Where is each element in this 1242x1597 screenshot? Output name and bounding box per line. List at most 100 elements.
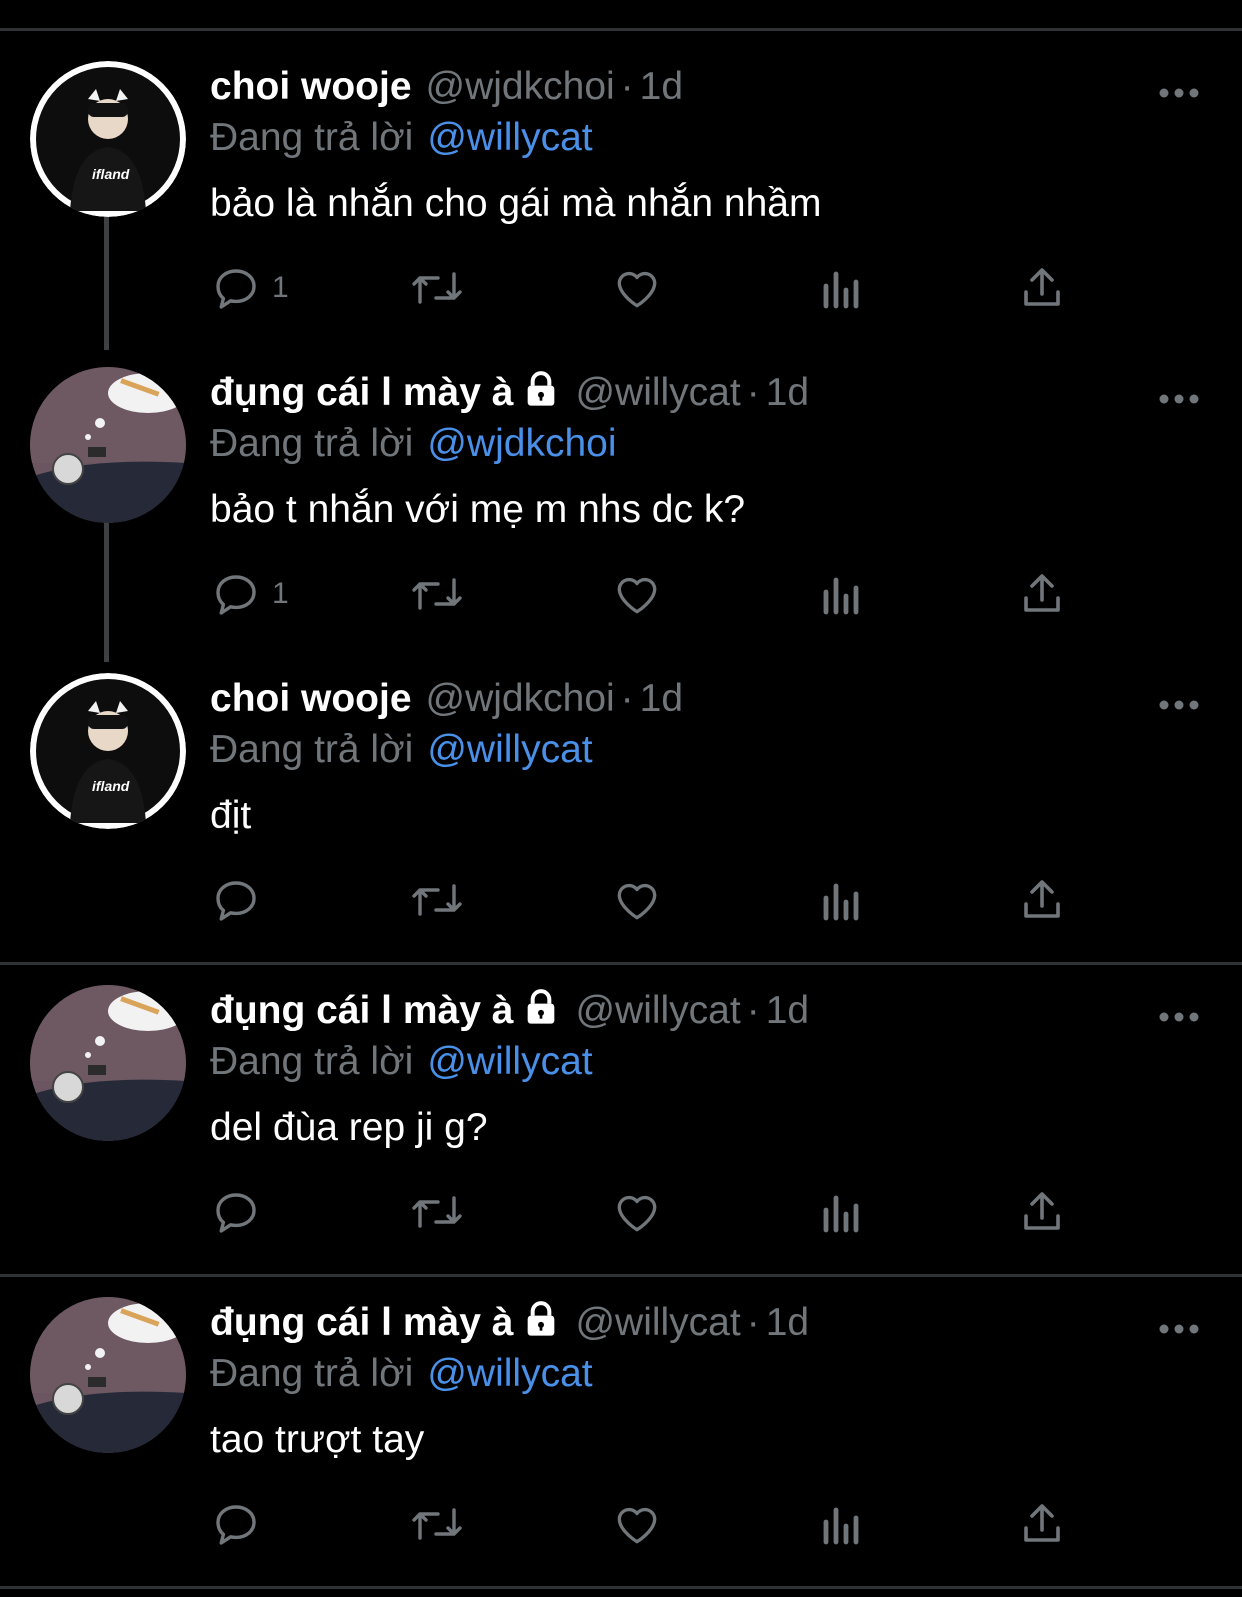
lock-icon [521,369,561,423]
separator-dot: · [746,1301,760,1344]
avatar[interactable] [30,1297,186,1453]
analytics-icon [823,1195,859,1233]
replying-to-handle[interactable]: @willycat [427,728,592,771]
replying-to-handle[interactable]: @willycat [427,116,592,159]
more-options-icon[interactable] [1158,1010,1200,1024]
user-handle[interactable]: @wjdkchoi [426,65,615,108]
tweet-text: bảo t nhắn với mẹ m nhs dc k? [210,488,746,531]
views-button[interactable] [820,1498,864,1550]
reply-count: 1 [272,577,289,610]
share-button[interactable] [1018,1498,1066,1550]
display-name[interactable]: choi wooje [210,677,412,720]
share-button[interactable] [1018,262,1066,314]
reply-icon [216,881,256,921]
tweet-text: del đùa rep ji g? [210,1106,488,1149]
retweet-icon [412,884,462,916]
avatar[interactable]: ifland [30,673,186,829]
timestamp[interactable]: 1d [766,1301,809,1344]
retweet-button[interactable] [410,568,464,620]
like-button[interactable] [612,262,662,314]
replying-to: Đang trả lời @willycat [210,113,593,163]
reply-button[interactable] [212,874,272,926]
share-button[interactable] [1018,874,1066,926]
tweet-text: bảo là nhắn cho gái mà nhắn nhầm [210,182,822,225]
tweet[interactable]: đụng cái l mày à @willycat · 1d Đang trả lờ… [0,334,1242,662]
tweet[interactable]: đụng cái l mày à @willycat · 1d Đang trả lờ… [0,952,1242,1274]
replying-to: Đang trả lời @willycat [210,1349,593,1399]
replying-to: Đang trả lời @willycat [210,725,593,775]
replying-to-handle[interactable]: @willycat [427,1040,592,1083]
share-button[interactable] [1018,1186,1066,1238]
replying-to-label: Đang trả lời [210,422,414,465]
avatar[interactable]: ifland [30,61,186,217]
like-button[interactable] [612,1186,662,1238]
analytics-icon [823,271,859,309]
tweet-header: đụng cái l mày à @willycat · 1d [210,367,809,423]
analytics-icon [823,1507,859,1545]
user-handle[interactable]: @wjdkchoi [426,677,615,720]
tweet-header: choi wooje @wjdkchoi · 1d [210,673,683,725]
views-button[interactable] [820,1186,864,1238]
tweet-actions [0,1186,1242,1246]
display-name[interactable]: choi wooje [210,65,412,108]
analytics-icon [823,577,859,615]
timestamp[interactable]: 1d [766,371,809,414]
reply-icon [216,1505,256,1545]
reply-button[interactable]: 1 [212,568,289,620]
user-handle[interactable]: @willycat [575,989,740,1032]
tweet-header: choi wooje @wjdkchoi · 1d [210,61,683,113]
views-button[interactable] [820,262,864,314]
tweet-actions [0,1498,1242,1558]
more-options-icon[interactable] [1158,392,1200,406]
views-button[interactable] [820,874,864,926]
replying-to-label: Đang trả lời [210,116,414,159]
tweet-text: địt [210,794,252,837]
replying-to: Đang trả lời @willycat [210,1037,593,1087]
replying-to-label: Đang trả lời [210,1352,414,1395]
more-options-icon[interactable] [1158,1322,1200,1336]
replying-to: Đang trả lời @wjdkchoi [210,419,616,469]
replying-to-label: Đang trả lời [210,1040,414,1083]
heart-icon [617,1195,657,1232]
heart-icon [617,271,657,308]
user-handle[interactable]: @willycat [575,371,740,414]
display-name[interactable]: đụng cái l mày à [210,989,513,1032]
tweet[interactable]: đụng cái l mày à @willycat · 1d Đang trả lờ… [0,1264,1242,1586]
reply-button[interactable]: 1 [212,262,289,314]
retweet-button[interactable] [410,874,464,926]
replying-to-handle[interactable]: @willycat [427,1352,592,1395]
retweet-button[interactable] [410,262,464,314]
retweet-icon [412,272,462,304]
more-options-icon[interactable] [1158,698,1200,712]
like-button[interactable] [612,1498,662,1550]
timestamp[interactable]: 1d [640,677,683,720]
more-options-icon[interactable] [1158,86,1200,100]
retweet-button[interactable] [410,1498,464,1550]
separator-dot: · [620,677,634,720]
share-icon [1024,880,1060,918]
tweet[interactable]: ifland choi wooje @wjdkchoi · 1d Đang trả l… [0,640,1242,962]
user-handle[interactable]: @willycat [575,1301,740,1344]
share-button[interactable] [1018,568,1066,620]
replying-to-handle[interactable]: @wjdkchoi [427,422,616,465]
timestamp[interactable]: 1d [640,65,683,108]
avatar[interactable] [30,367,186,523]
reply-button[interactable] [212,1186,272,1238]
separator-dot: · [746,371,760,414]
timestamp[interactable]: 1d [766,989,809,1032]
display-name[interactable]: đụng cái l mày à [210,371,513,414]
retweet-button[interactable] [410,1186,464,1238]
like-button[interactable] [612,874,662,926]
tweet[interactable]: ifland choi wooje @wjdkchoi · 1d Đang trả l… [0,28,1242,350]
lock-icon [521,987,561,1041]
retweet-icon [412,1196,462,1228]
reply-button[interactable] [212,1498,272,1550]
tweet-header: đụng cái l mày à @willycat · 1d [210,985,809,1041]
like-button[interactable] [612,568,662,620]
separator-dot: · [746,989,760,1032]
tweet-text: tao trượt tay [210,1418,425,1461]
views-button[interactable] [820,568,864,620]
avatar[interactable] [30,985,186,1141]
display-name[interactable]: đụng cái l mày à [210,1301,513,1344]
share-icon [1024,1504,1060,1542]
